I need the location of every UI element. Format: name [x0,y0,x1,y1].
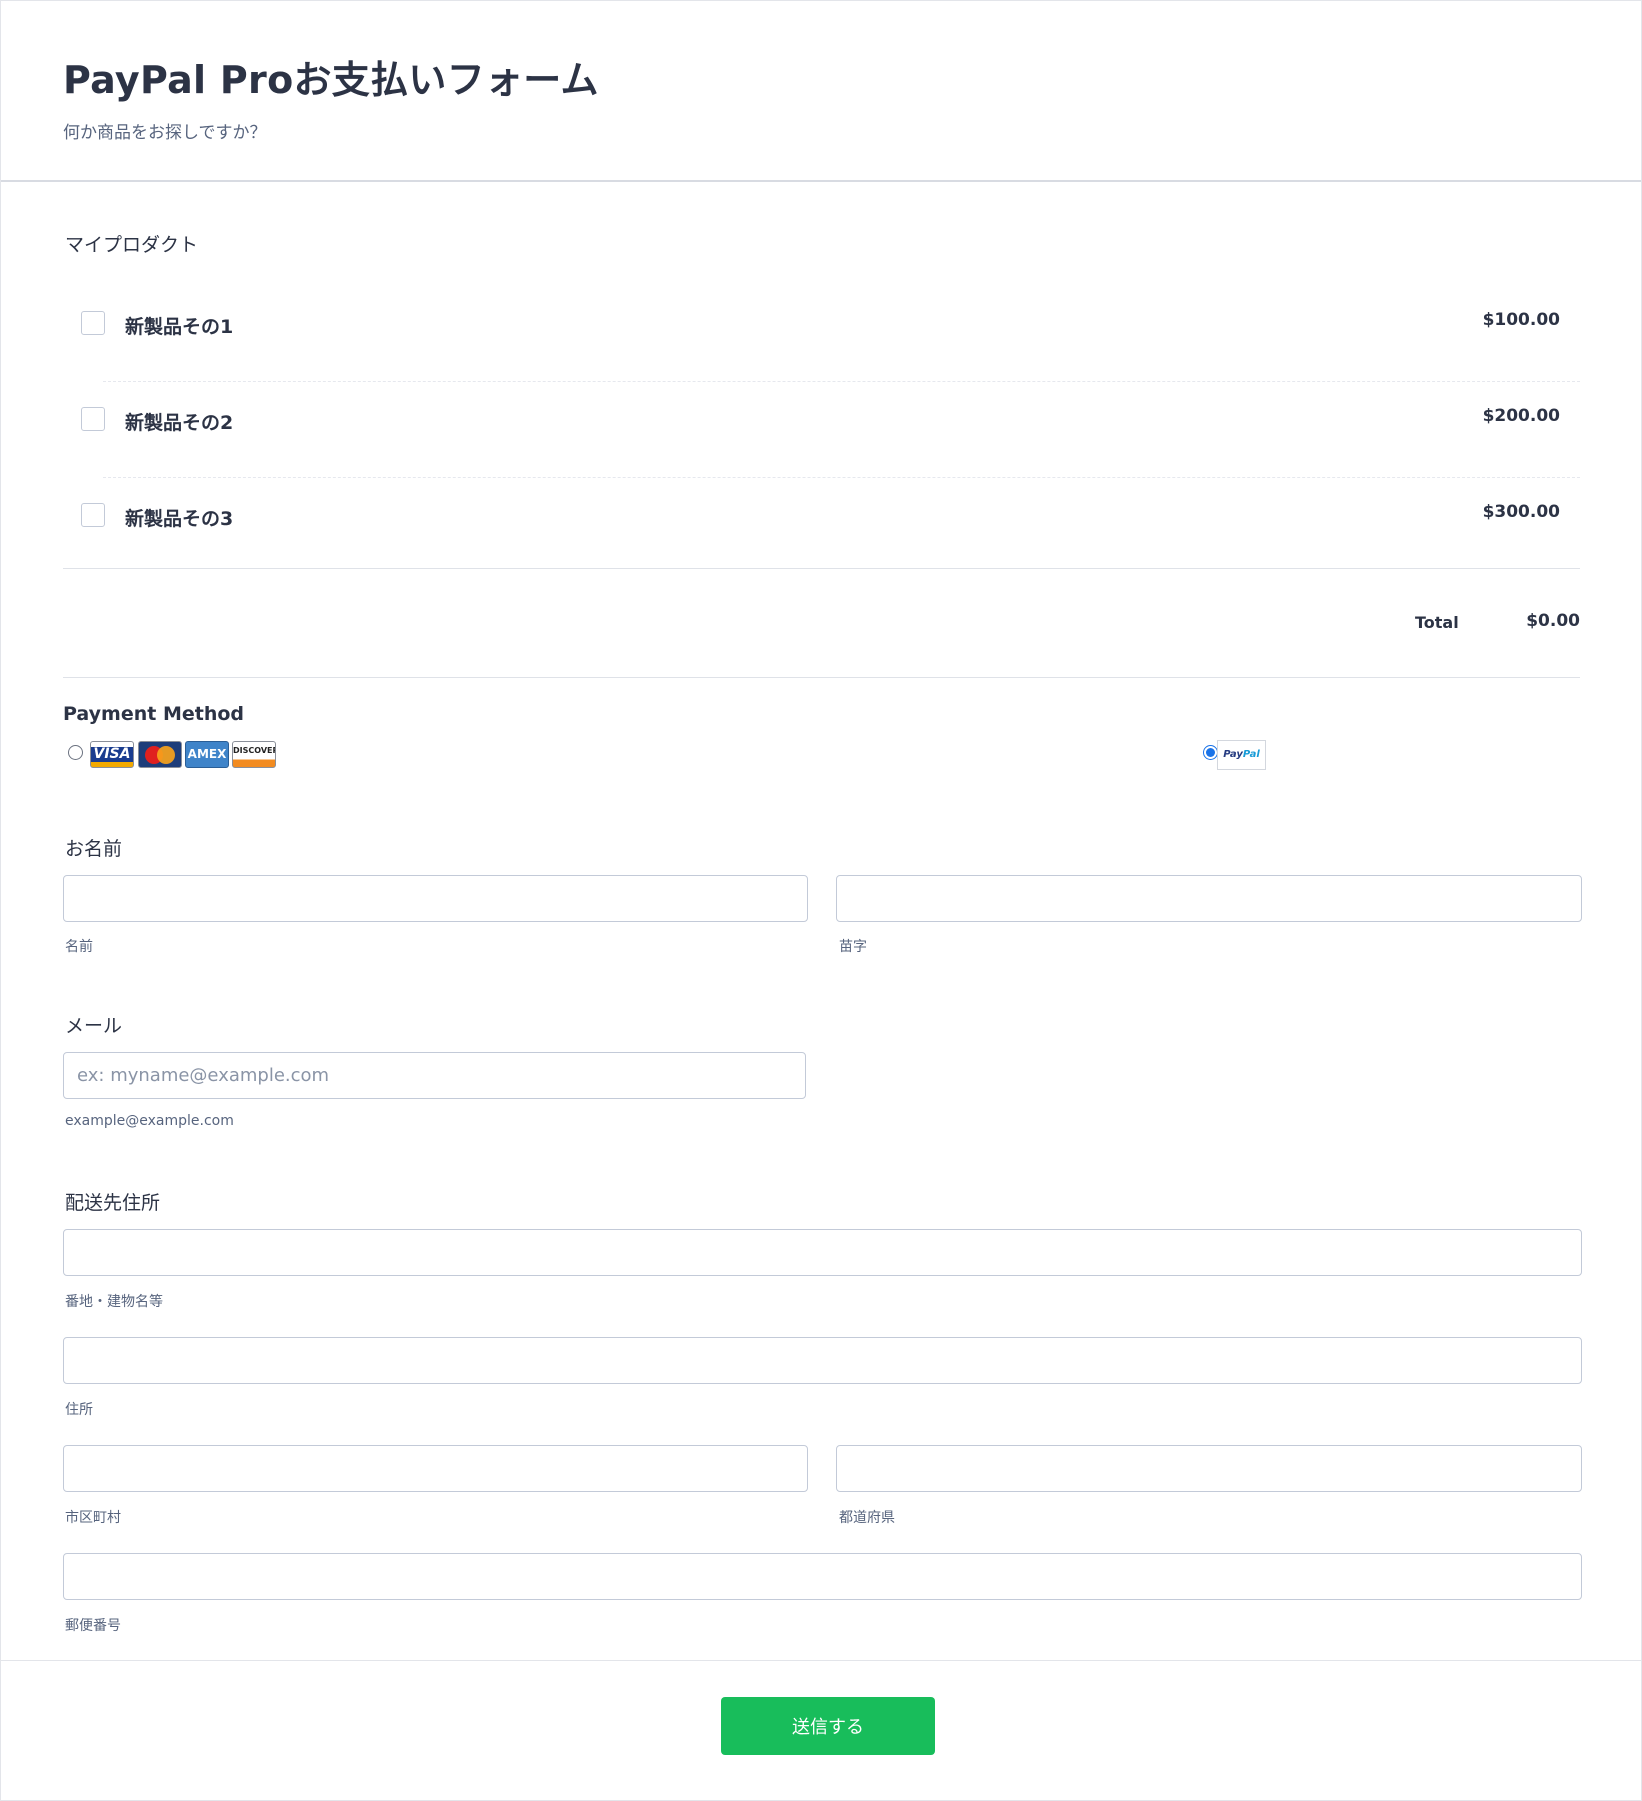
first-name-sublabel: 名前 [65,939,93,955]
product-price: $100.00 [1482,310,1560,330]
discover-card-icon: DISCOVER [232,741,276,768]
product-row[interactable]: 新製品その1 $100.00 [63,286,1580,382]
total-label: Total [1415,613,1459,632]
credit-card-radio[interactable] [68,745,83,760]
postal-code-sublabel: 郵便番号 [65,1618,121,1634]
mastercard-icon [138,741,182,768]
paypal-radio[interactable] [1203,745,1218,760]
first-name-input[interactable] [63,875,808,922]
last-name-input[interactable] [836,875,1582,922]
total-divider [63,677,1580,678]
product-checkbox[interactable] [81,407,105,431]
product-price: $300.00 [1482,502,1560,522]
name-label: お名前 [65,838,123,860]
email-sublabel: example@example.com [65,1113,234,1129]
form-header: PayPal Proお支払いフォーム 何か商品をお探しですか？ [1,1,1641,182]
product-name: 新製品その3 [125,508,234,530]
address-line2-input[interactable] [63,1337,1582,1384]
product-row[interactable]: 新製品その3 $300.00 [63,478,1580,574]
email-input[interactable] [63,1052,806,1099]
product-checkbox[interactable] [81,311,105,335]
product-price: $200.00 [1482,406,1560,426]
payment-method-title: Payment Method [63,703,245,725]
street-address-input[interactable] [63,1229,1582,1276]
submit-button[interactable]: 送信する [721,1697,935,1755]
street-address-sublabel: 番地・建物名等 [65,1294,163,1310]
product-name: 新製品その2 [125,412,234,434]
state-input[interactable] [836,1445,1582,1492]
form-title: PayPal Proお支払いフォーム [63,58,599,102]
city-input[interactable] [63,1445,808,1492]
email-label: メール [65,1015,123,1037]
products-divider [63,568,1580,569]
city-sublabel: 市区町村 [65,1510,121,1526]
postal-code-input[interactable] [63,1553,1582,1600]
visa-card-icon: VISA [90,741,134,768]
last-name-sublabel: 苗字 [839,939,867,955]
form-subtitle: 何か商品をお探しですか？ [63,123,267,143]
total-value: $0.00 [1526,611,1580,631]
product-row[interactable]: 新製品その2 $200.00 [63,382,1580,478]
product-name: 新製品その1 [125,316,234,338]
address-line2-sublabel: 住所 [65,1402,93,1418]
amex-card-icon: AMEX [185,741,229,768]
product-checkbox[interactable] [81,503,105,527]
products-label: マイプロダクト [65,234,199,256]
form-page: PayPal Proお支払いフォーム 何か商品をお探しですか？ マイプロダクト … [0,0,1642,1801]
state-sublabel: 都道府県 [839,1510,895,1526]
paypal-logo-icon: PayPal [1217,740,1266,770]
address-label: 配送先住所 [65,1192,161,1214]
